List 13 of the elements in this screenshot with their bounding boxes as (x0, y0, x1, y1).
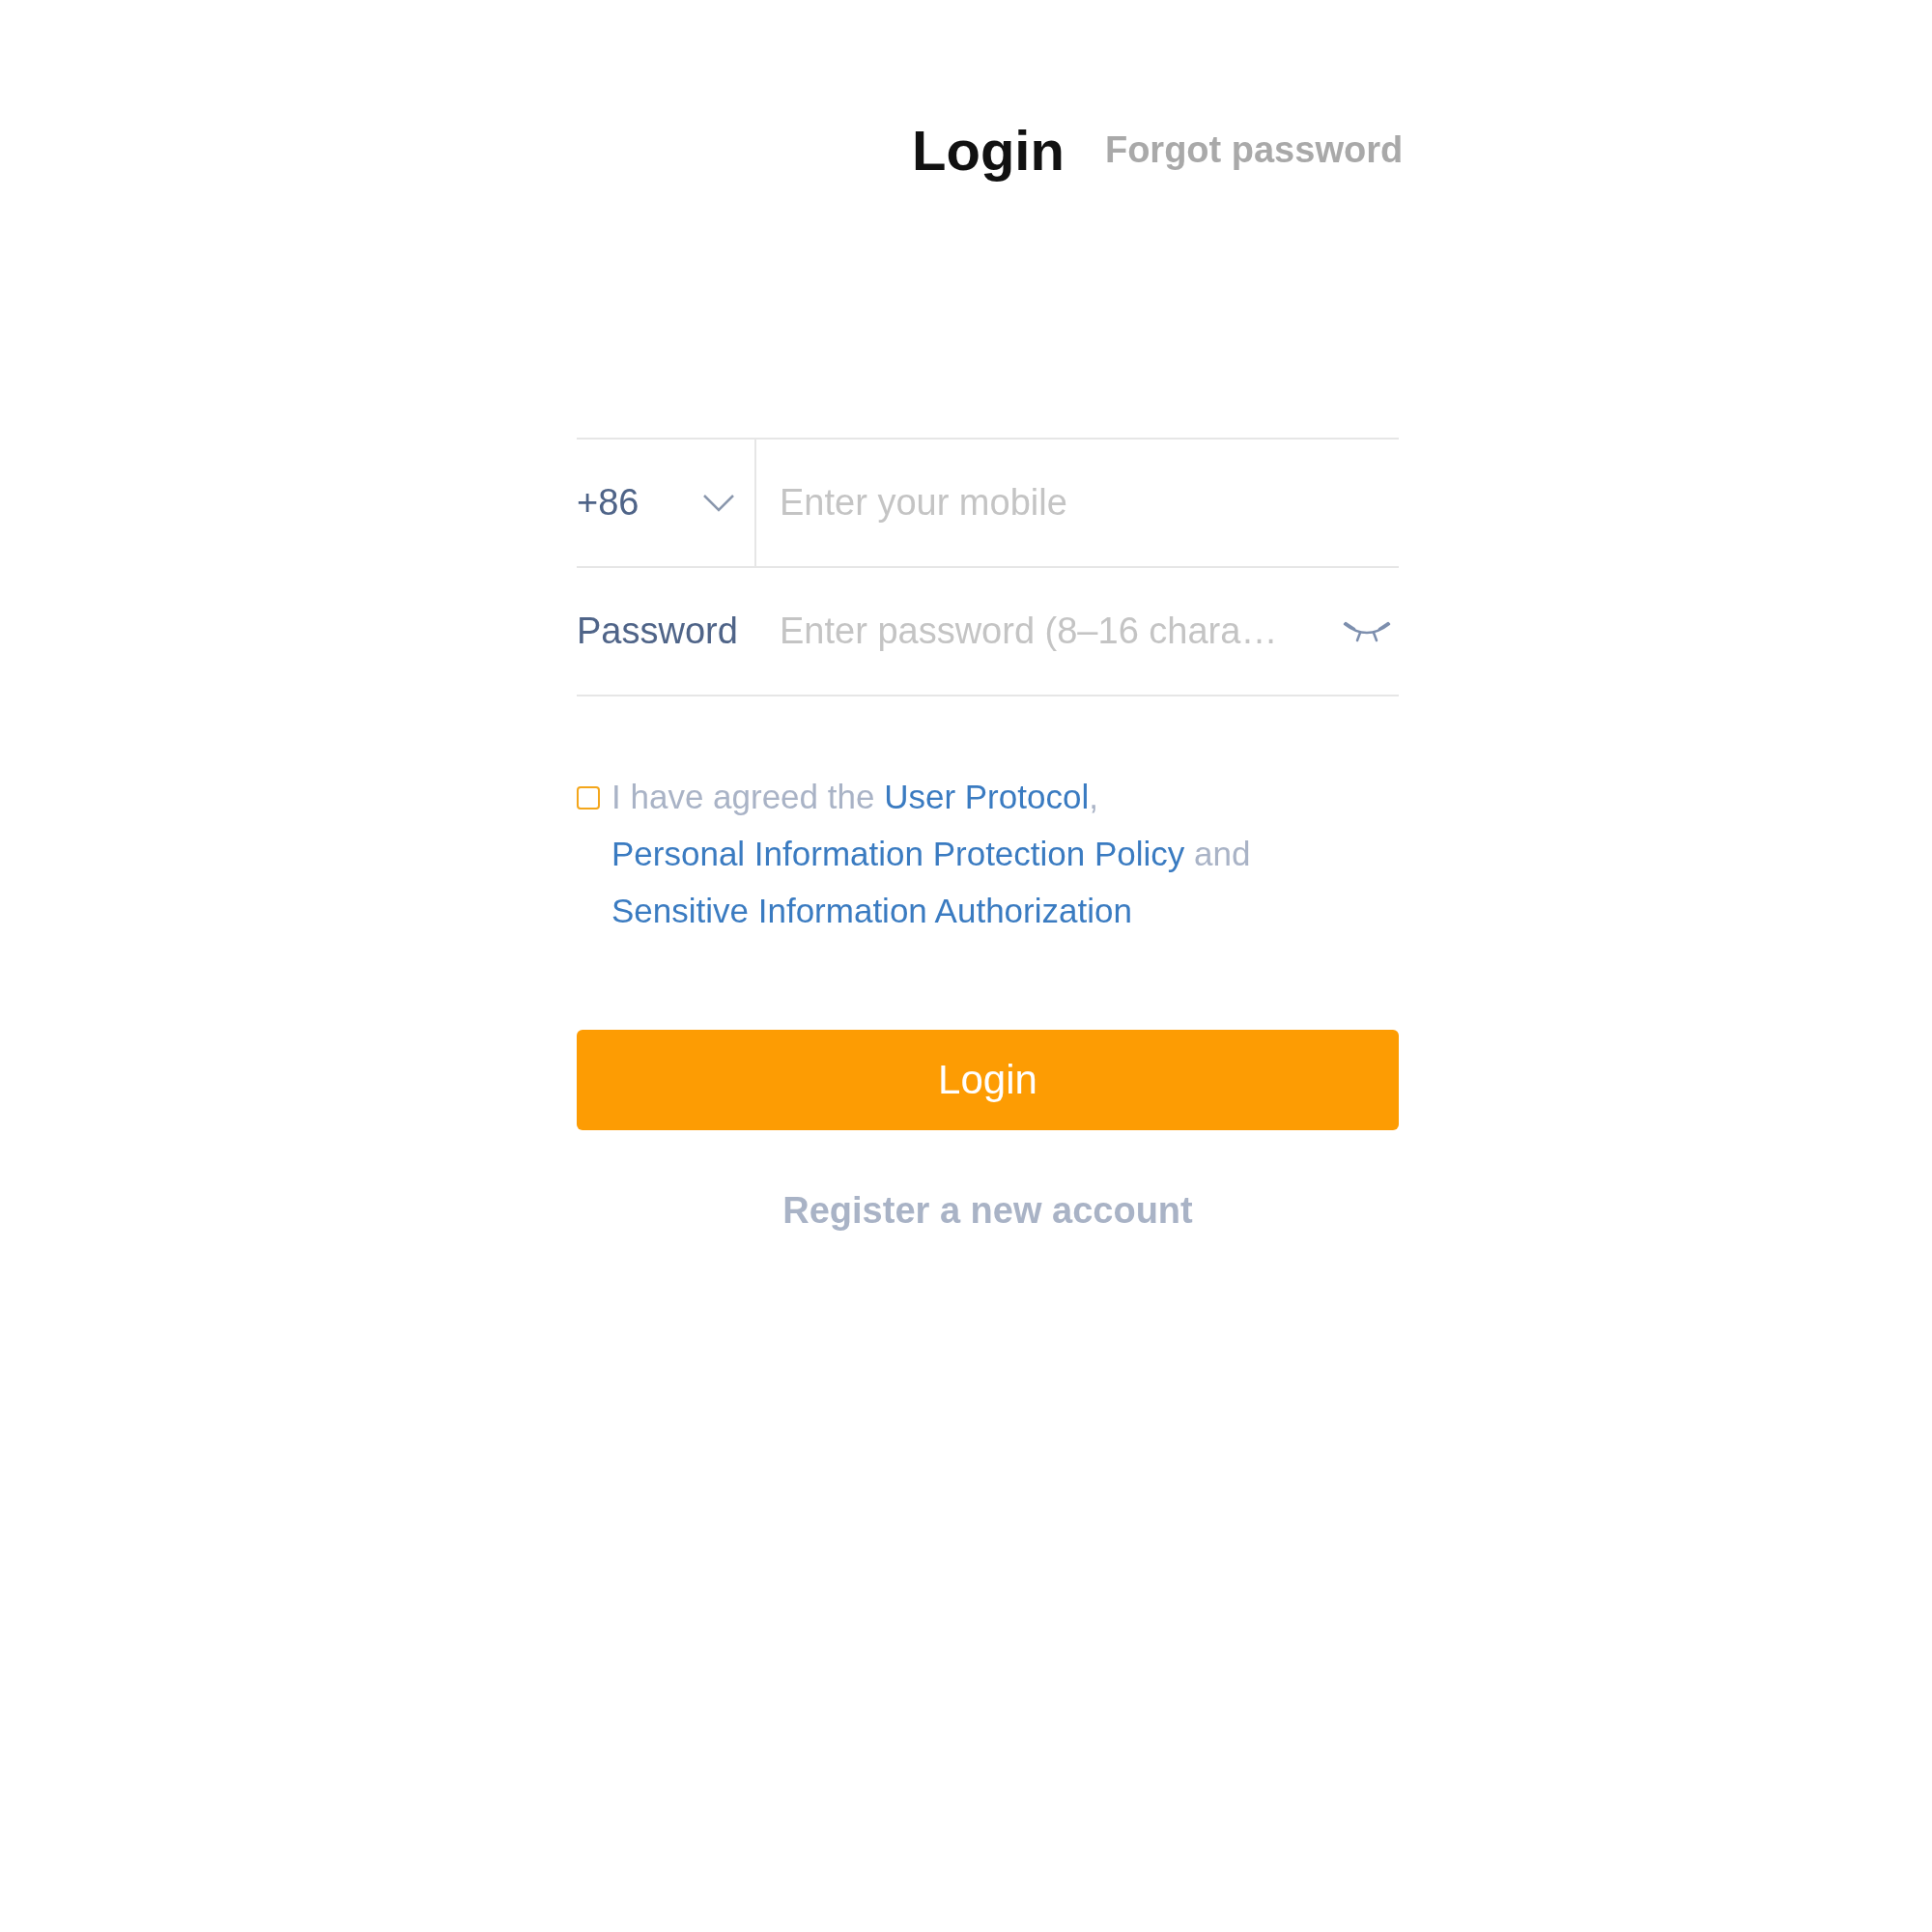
password-input-field[interactable]: Enter password (8–16 chara… (756, 611, 1343, 652)
forgot-password-link[interactable]: Forgot password (1104, 129, 1404, 171)
agreement-text: I have agreed the User Protocol, Personal Information Protection Policy and Sensitive Information Authorization (611, 777, 1252, 931)
policy-link[interactable]: Personal Information Protection Policy (611, 835, 1185, 872)
closed-eye-icon[interactable] (1343, 619, 1391, 643)
agreement-checkbox[interactable] (577, 786, 600, 810)
password-label: Password (577, 611, 739, 652)
chevron-down-icon (702, 493, 735, 513)
page-title: Login (912, 118, 1065, 183)
policy-link[interactable]: Sensitive Information Authorization (611, 892, 1132, 929)
mobile-input-field[interactable]: Enter your mobile (756, 482, 1399, 524)
country-code-dropdown[interactable]: +86 (577, 440, 756, 566)
policy-link[interactable]: User Protocol (884, 778, 1090, 815)
